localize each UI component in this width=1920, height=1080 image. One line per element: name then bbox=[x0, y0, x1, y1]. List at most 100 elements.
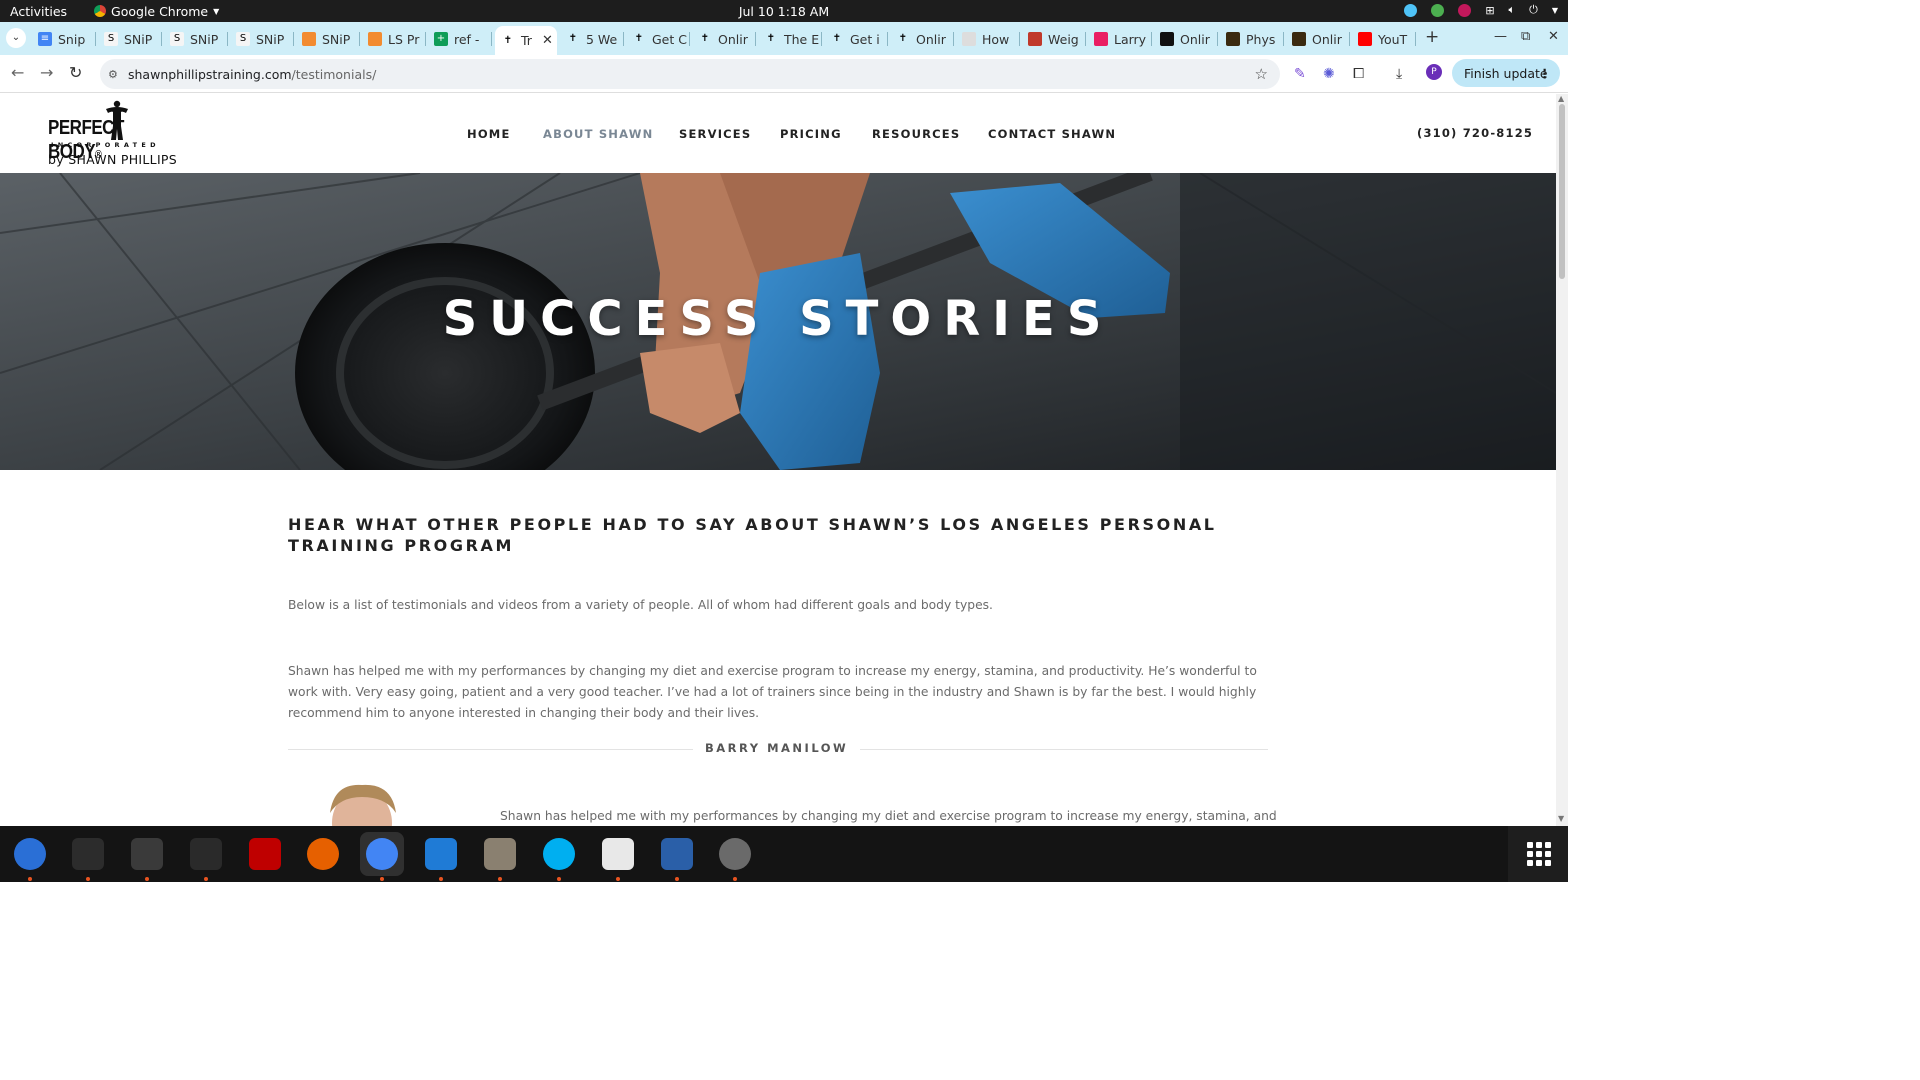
network-icon[interactable]: ⊞ bbox=[1485, 4, 1494, 17]
page-icon bbox=[962, 32, 976, 46]
browser-tab[interactable]: S SNiP bbox=[98, 26, 162, 52]
running-indicator bbox=[204, 877, 208, 881]
browser-tab[interactable]: LS Pr bbox=[362, 26, 426, 52]
dock-libreoffice-writer[interactable] bbox=[655, 832, 699, 881]
activities-button[interactable]: Activities bbox=[10, 4, 67, 19]
dock-text-editor[interactable] bbox=[596, 832, 640, 881]
dock-thunderbird[interactable] bbox=[8, 832, 52, 881]
browser-tab[interactable]: ✝ 5 We bbox=[560, 26, 624, 52]
running-indicator bbox=[616, 877, 620, 881]
profile-avatar[interactable]: P bbox=[1426, 64, 1442, 80]
browser-tab[interactable]: SNiP bbox=[296, 26, 360, 52]
show-apps-button[interactable] bbox=[1508, 826, 1568, 882]
address-bar[interactable]: ⚙ shawnphillipstraining.com/testimonials… bbox=[100, 59, 1280, 89]
site-info-icon[interactable]: ⚙ bbox=[108, 68, 122, 81]
perfect-body-icon: ✝ bbox=[700, 33, 710, 44]
bookmark-star-icon[interactable]: ☆ bbox=[1255, 65, 1268, 83]
browser-tab[interactable]: YouT bbox=[1352, 26, 1416, 52]
dock-skype[interactable] bbox=[537, 832, 581, 881]
system-tray[interactable]: ⊞ 🔈︎ ⏻ ▼ bbox=[1404, 3, 1558, 17]
extensions-puzzle-icon[interactable]: ⧠ bbox=[1353, 66, 1364, 82]
reload-icon[interactable]: ↻ bbox=[69, 63, 82, 82]
close-tab-icon[interactable]: ✕ bbox=[542, 33, 553, 48]
check-icon[interactable] bbox=[1431, 3, 1445, 17]
browser-tab[interactable]: ≡ Snip bbox=[32, 26, 96, 52]
running-indicator bbox=[28, 877, 32, 881]
phone-number[interactable]: (310) 720-8125 bbox=[1417, 126, 1533, 140]
nav-home[interactable]: HOME bbox=[467, 127, 511, 141]
browser-tab[interactable]: ✝ Onlir bbox=[890, 26, 954, 52]
sync-icon[interactable] bbox=[1404, 3, 1418, 17]
nav-pricing[interactable]: PRICING bbox=[780, 127, 842, 141]
browser-tab[interactable]: ✝ Get i bbox=[824, 26, 888, 52]
dock-terminal[interactable] bbox=[66, 832, 110, 881]
browser-tab[interactable]: S SNiP bbox=[164, 26, 228, 52]
tab-strip: ⌄ ≡ Snip S SNiP S SNiP S SNiP SNiP LS Pr + ref - ✝ T… bbox=[0, 22, 1568, 55]
grid-dot bbox=[1545, 860, 1551, 866]
filezilla-icon bbox=[249, 838, 281, 870]
browser-tab[interactable]: ✝ The E bbox=[758, 26, 822, 52]
browser-tab[interactable]: S SNiP bbox=[230, 26, 294, 52]
dock-disk-utility[interactable] bbox=[713, 832, 757, 881]
tab-search-button[interactable]: ⌄ bbox=[6, 28, 26, 48]
scroll-up-icon[interactable]: ▲ bbox=[1558, 94, 1564, 103]
power-icon[interactable]: ⏻ bbox=[1529, 3, 1538, 17]
app-menu[interactable]: Google Chrome ▼ bbox=[94, 4, 219, 19]
dock-vscode[interactable] bbox=[419, 832, 463, 881]
downloads-icon[interactable]: ⤓ bbox=[1396, 66, 1402, 82]
minimize-icon[interactable]: — bbox=[1494, 29, 1507, 44]
extension-icon[interactable] bbox=[1458, 3, 1472, 17]
volume-icon[interactable]: 🔈︎ bbox=[1509, 3, 1516, 17]
back-icon[interactable]: ← bbox=[11, 63, 24, 82]
dock-firefox[interactable] bbox=[301, 832, 345, 876]
browser-tab[interactable]: + ref - bbox=[428, 26, 492, 52]
caret-down-icon[interactable]: ▼ bbox=[1552, 6, 1558, 15]
browser-tab[interactable]: Onlir bbox=[1286, 26, 1350, 52]
browser-tab[interactable]: Onlir bbox=[1154, 26, 1218, 52]
tab-title: YouT bbox=[1378, 31, 1408, 47]
browser-tab[interactable]: How bbox=[956, 26, 1020, 52]
nav-resources[interactable]: RESOURCES bbox=[872, 127, 960, 141]
browser-tab[interactable]: Larry bbox=[1088, 26, 1152, 52]
browser-tab[interactable]: Phys bbox=[1220, 26, 1284, 52]
page-scrollbar[interactable]: ▲ ▼ bbox=[1556, 94, 1568, 826]
thunderbird-icon bbox=[14, 838, 46, 870]
gear-extension-icon[interactable]: ✺ bbox=[1323, 66, 1335, 82]
weight-icon bbox=[1028, 32, 1042, 46]
tab-separator bbox=[1019, 32, 1020, 46]
more-menu-icon[interactable]: ⋮ bbox=[1539, 66, 1552, 81]
skype-icon bbox=[543, 838, 575, 870]
dock-chrome[interactable] bbox=[360, 832, 404, 881]
restore-icon[interactable]: ⧉ bbox=[1521, 29, 1530, 44]
scroll-down-icon[interactable]: ▼ bbox=[1558, 814, 1564, 823]
nav-about-shawn[interactable]: ABOUT SHAWN bbox=[543, 127, 653, 141]
system-top-bar: Activities Google Chrome ▼ Jul 10 1:18 A… bbox=[0, 0, 1568, 22]
browser-tab[interactable]: Weig bbox=[1022, 26, 1086, 52]
finish-update-button[interactable]: Finish update ⋮ bbox=[1452, 59, 1560, 87]
nav-contact-shawn[interactable]: CONTACT SHAWN bbox=[988, 127, 1116, 141]
clock[interactable]: Jul 10 1:18 AM bbox=[739, 4, 829, 19]
libreoffice-writer-icon bbox=[661, 838, 693, 870]
new-tab-button[interactable]: + bbox=[1425, 27, 1439, 47]
firefox-icon bbox=[307, 838, 339, 870]
forward-icon[interactable]: → bbox=[40, 63, 53, 82]
browser-tab[interactable]: ✝ Get C bbox=[626, 26, 690, 52]
nav-services[interactable]: SERVICES bbox=[679, 127, 751, 141]
section-heading: HEAR WHAT OTHER PEOPLE HAD TO SAY ABOUT … bbox=[288, 515, 1217, 555]
snip-icon: S bbox=[236, 32, 250, 46]
testimonial-text-2: Shawn has helped me with my performances… bbox=[500, 809, 1277, 823]
dock-system-monitor[interactable] bbox=[184, 832, 228, 881]
dock-filezilla[interactable] bbox=[243, 832, 287, 876]
perfect-body-icon: ✝ bbox=[503, 34, 513, 46]
site-logo[interactable]: PERFECTBODY® INCORPORATED by SHAWN PHILL… bbox=[48, 100, 183, 168]
scrollbar-thumb[interactable] bbox=[1559, 104, 1565, 279]
dock-calculator[interactable] bbox=[125, 832, 169, 881]
tab-title: SNiP bbox=[322, 31, 351, 47]
close-window-icon[interactable]: ✕ bbox=[1548, 29, 1559, 44]
intro-text: Below is a list of testimonials and vide… bbox=[288, 598, 993, 612]
pen-extension-icon[interactable]: ✎ bbox=[1294, 66, 1306, 82]
browser-tab[interactable]: ✝ Tr ✕ bbox=[495, 26, 557, 55]
browser-tab[interactable]: ✝ Onlir bbox=[692, 26, 756, 52]
dock-files[interactable] bbox=[478, 832, 522, 881]
grid-dot bbox=[1527, 860, 1533, 866]
